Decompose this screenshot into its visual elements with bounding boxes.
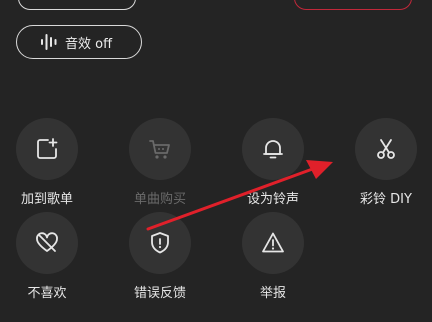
warning-icon: [262, 232, 284, 253]
bell-icon: [263, 140, 283, 159]
top-pill-left[interactable]: [18, 0, 136, 10]
set-ringtone-label: 设为铃声: [246, 192, 299, 207]
report-button[interactable]: 举报: [228, 212, 318, 301]
sound-effect-label: 音效 off: [65, 36, 113, 52]
dislike-label: 不喜欢: [27, 286, 67, 301]
broken-heart-icon: [36, 232, 58, 252]
scissors-icon: [377, 139, 395, 159]
error-feedback-button[interactable]: 错误反馈: [115, 212, 205, 301]
buy-single-label: 单曲购买: [133, 192, 186, 207]
shopping-cart-icon: [149, 140, 170, 159]
top-pill-right[interactable]: [294, 0, 412, 10]
add-to-playlist-button[interactable]: 加到歌单: [2, 118, 92, 207]
ringback-diy-button[interactable]: 彩铃 DIY: [341, 118, 431, 207]
error-feedback-label: 错误反馈: [133, 286, 186, 301]
set-ringtone-button[interactable]: 设为铃声: [228, 118, 318, 207]
buy-single-button[interactable]: 单曲购买: [115, 118, 205, 207]
report-label: 举报: [259, 286, 286, 301]
sound-effect-button[interactable]: 音效 off: [16, 25, 142, 59]
ringback-diy-label: 彩铃 DIY: [360, 192, 412, 207]
dislike-button[interactable]: 不喜欢: [2, 212, 92, 301]
add-to-playlist-label: 加到歌单: [20, 192, 73, 207]
sound-wave-icon: [39, 33, 59, 51]
add-playlist-icon: [37, 138, 58, 159]
shield-alert-icon: [151, 232, 169, 254]
